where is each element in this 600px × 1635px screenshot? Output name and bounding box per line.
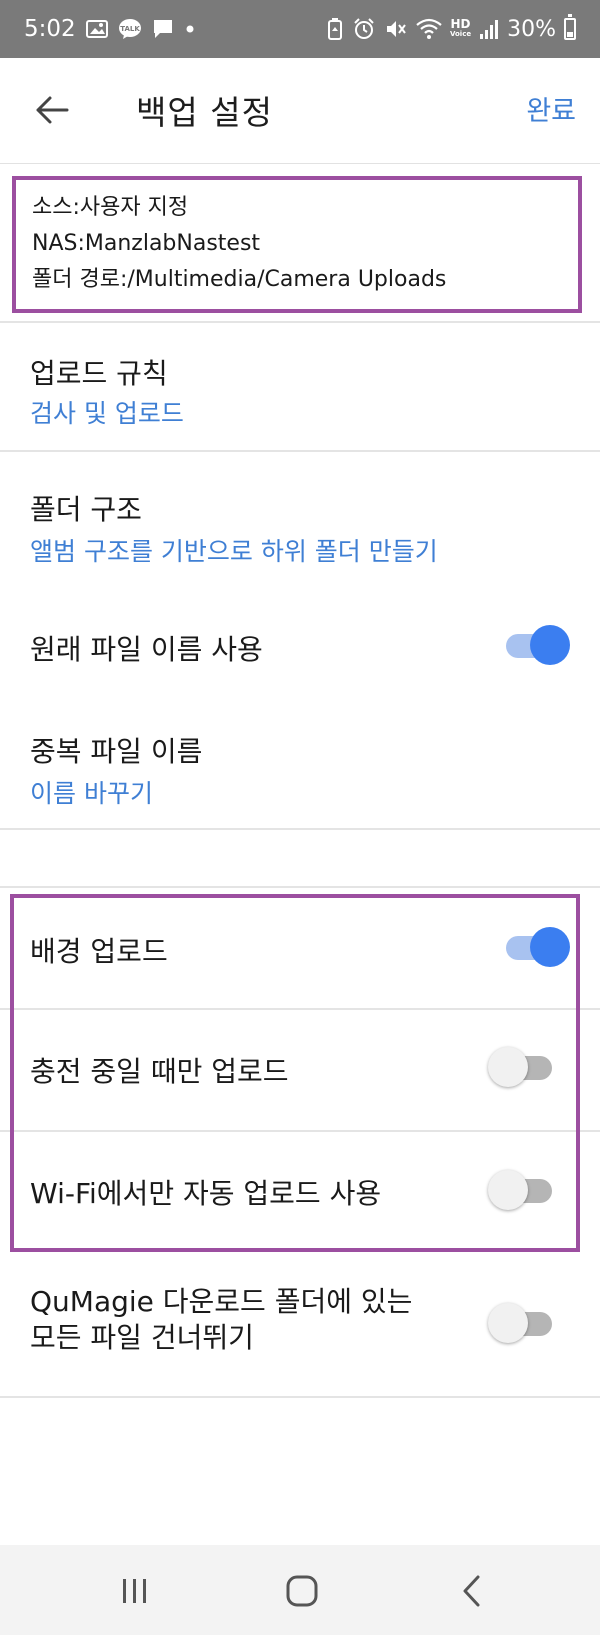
folder-structure-item[interactable]: 폴더 구조 앨범 구조를 기반으로 하위 폴더 만들기 <box>0 452 600 582</box>
divider <box>0 886 600 888</box>
recent-apps-icon <box>123 1579 146 1603</box>
battery-icon <box>564 14 576 40</box>
wifi-icon <box>416 18 442 40</box>
nav-back-button[interactable] <box>442 1567 502 1615</box>
wifi-only-toggle[interactable] <box>488 1170 552 1210</box>
message-icon <box>152 18 174 40</box>
talk-icon: TALK <box>118 18 142 40</box>
upload-rule-title: 업로드 규칙 <box>30 357 168 390</box>
original-filename-item[interactable]: 원래 파일 이름 사용 <box>0 590 600 704</box>
original-filename-toggle[interactable] <box>506 625 570 665</box>
divider <box>0 1396 600 1398</box>
toggle-knob <box>488 1170 528 1210</box>
toggle-knob <box>488 1047 528 1087</box>
battery-percent: 30% <box>507 16 556 42</box>
charging-only-title: 충전 중일 때만 업로드 <box>30 1055 289 1088</box>
folder-structure-title: 폴더 구조 <box>30 493 142 526</box>
battery-saver-icon <box>326 17 344 41</box>
duplicate-filename-title: 중복 파일 이름 <box>30 735 203 768</box>
battery-fill <box>567 31 573 37</box>
folder-structure-value: 앨범 구조를 기반으로 하위 폴더 만들기 <box>30 537 438 566</box>
source-info-box[interactable]: 소스:사용자 지정 NAS:ManzlabNastest 폴더 경로:/Mult… <box>12 176 582 313</box>
skip-download-folder-title-line1: QuMagie 다운로드 폴더에 있는 <box>30 1285 413 1318</box>
skip-download-folder-title-line2: 모든 파일 건너뛰기 <box>30 1321 254 1354</box>
system-nav-bar <box>0 1545 600 1635</box>
home-icon <box>286 1575 318 1607</box>
source-line: 소스:사용자 지정 <box>32 195 189 220</box>
done-button[interactable]: 완료 <box>526 89 576 128</box>
original-filename-title: 원래 파일 이름 사용 <box>30 633 263 666</box>
duplicate-filename-item[interactable]: 중복 파일 이름 이름 바꾸기 <box>0 706 600 828</box>
recent-apps-button[interactable] <box>105 1567 165 1615</box>
svg-text:TALK: TALK <box>120 25 140 33</box>
background-upload-title: 배경 업로드 <box>30 935 168 968</box>
page-title: 백업 설정 <box>136 93 273 132</box>
chevron-left-icon <box>463 1575 480 1607</box>
mute-icon <box>384 17 408 41</box>
divider <box>0 828 600 830</box>
skip-download-folder-item[interactable]: QuMagie 다운로드 폴더에 있는 모든 파일 건너뛰기 <box>0 1254 600 1394</box>
nas-line: NAS:ManzlabNastest <box>32 231 261 256</box>
duplicate-filename-value: 이름 바꾸기 <box>30 779 153 808</box>
alarm-icon <box>352 17 376 41</box>
wifi-only-item[interactable]: Wi-Fi에서만 자동 업로드 사용 <box>0 1132 600 1250</box>
hd-voice-icon: HD Voice <box>449 17 472 38</box>
charging-only-item[interactable]: 충전 중일 때만 업로드 <box>0 1010 600 1128</box>
more-notifications-icon <box>184 23 196 35</box>
wifi-only-title: Wi-Fi에서만 자동 업로드 사용 <box>30 1177 382 1210</box>
charging-only-toggle[interactable] <box>488 1047 552 1087</box>
home-button[interactable] <box>272 1567 332 1615</box>
app-bar: 백업 설정 완료 <box>0 58 600 164</box>
background-upload-item[interactable]: 배경 업로드 <box>0 898 600 1006</box>
arrow-left-icon <box>36 96 69 124</box>
toggle-knob <box>530 927 570 967</box>
toggle-knob <box>530 625 570 665</box>
upload-rule-item[interactable]: 업로드 규칙 검사 및 업로드 <box>0 322 600 450</box>
background-upload-toggle[interactable] <box>506 927 570 967</box>
upload-rule-value: 검사 및 업로드 <box>30 399 184 428</box>
toggle-knob <box>488 1303 528 1343</box>
status-bar: 5:02 TALK HD Voice 30% <box>0 0 600 58</box>
gallery-icon <box>85 19 108 39</box>
folder-path-line: 폴더 경로:/Multimedia/Camera Uploads <box>32 267 447 292</box>
signal-icon <box>479 18 499 40</box>
skip-download-folder-toggle[interactable] <box>488 1303 552 1343</box>
status-time: 5:02 <box>24 16 76 42</box>
back-button[interactable] <box>30 88 74 132</box>
